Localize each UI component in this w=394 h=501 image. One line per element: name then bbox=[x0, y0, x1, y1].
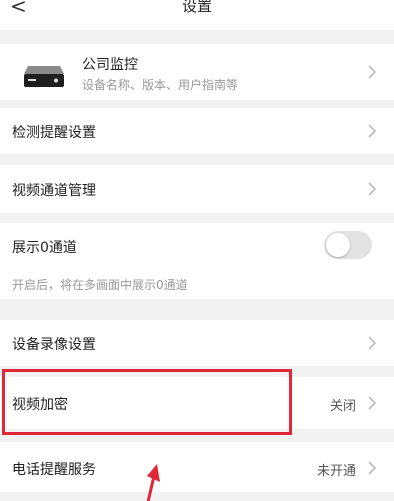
device-row[interactable]: 公司监控 设备名称、版本、用户指南等 bbox=[0, 44, 394, 100]
nvr-device-icon bbox=[24, 66, 64, 87]
channel-0-hint: 开启后，将在多画面中展示0通道 bbox=[12, 278, 188, 292]
page-title: 设置 bbox=[181, 0, 212, 15]
video-channel-management-row[interactable]: 视频通道管理 bbox=[0, 165, 394, 213]
chevron-right-icon bbox=[368, 65, 377, 79]
pointer-arrow-icon bbox=[146, 464, 160, 501]
detection-alert-settings-row[interactable]: 检测提醒设置 bbox=[0, 108, 394, 154]
chevron-right-icon bbox=[368, 336, 377, 350]
show-channel-0-toggle[interactable] bbox=[324, 231, 372, 259]
row-label: 检测提醒设置 bbox=[12, 125, 96, 141]
device-recording-settings-row[interactable]: 设备录像设置 bbox=[0, 320, 394, 366]
phone-alert-service-status: 未开通 bbox=[316, 464, 356, 479]
row-label: 展示0通道 bbox=[12, 240, 77, 256]
row-label: 设备录像设置 bbox=[12, 337, 96, 353]
app-header: < 设置 bbox=[0, 0, 394, 30]
row-label: 电话提醒服务 bbox=[12, 462, 96, 478]
chevron-right-icon bbox=[368, 124, 377, 138]
chevron-right-icon bbox=[368, 461, 377, 475]
row-label: 视频通道管理 bbox=[12, 183, 96, 199]
phone-alert-service-row[interactable]: 电话提醒服务 未开通 bbox=[0, 442, 394, 492]
chevron-right-icon bbox=[368, 396, 377, 410]
highlight-box bbox=[2, 369, 292, 435]
chevron-right-icon bbox=[368, 182, 377, 196]
video-encryption-status: 关闭 bbox=[329, 399, 356, 414]
device-subtitle: 设备名称、版本、用户指南等 bbox=[82, 78, 239, 92]
device-name: 公司监控 bbox=[82, 57, 138, 73]
toggle-knob bbox=[326, 233, 350, 257]
